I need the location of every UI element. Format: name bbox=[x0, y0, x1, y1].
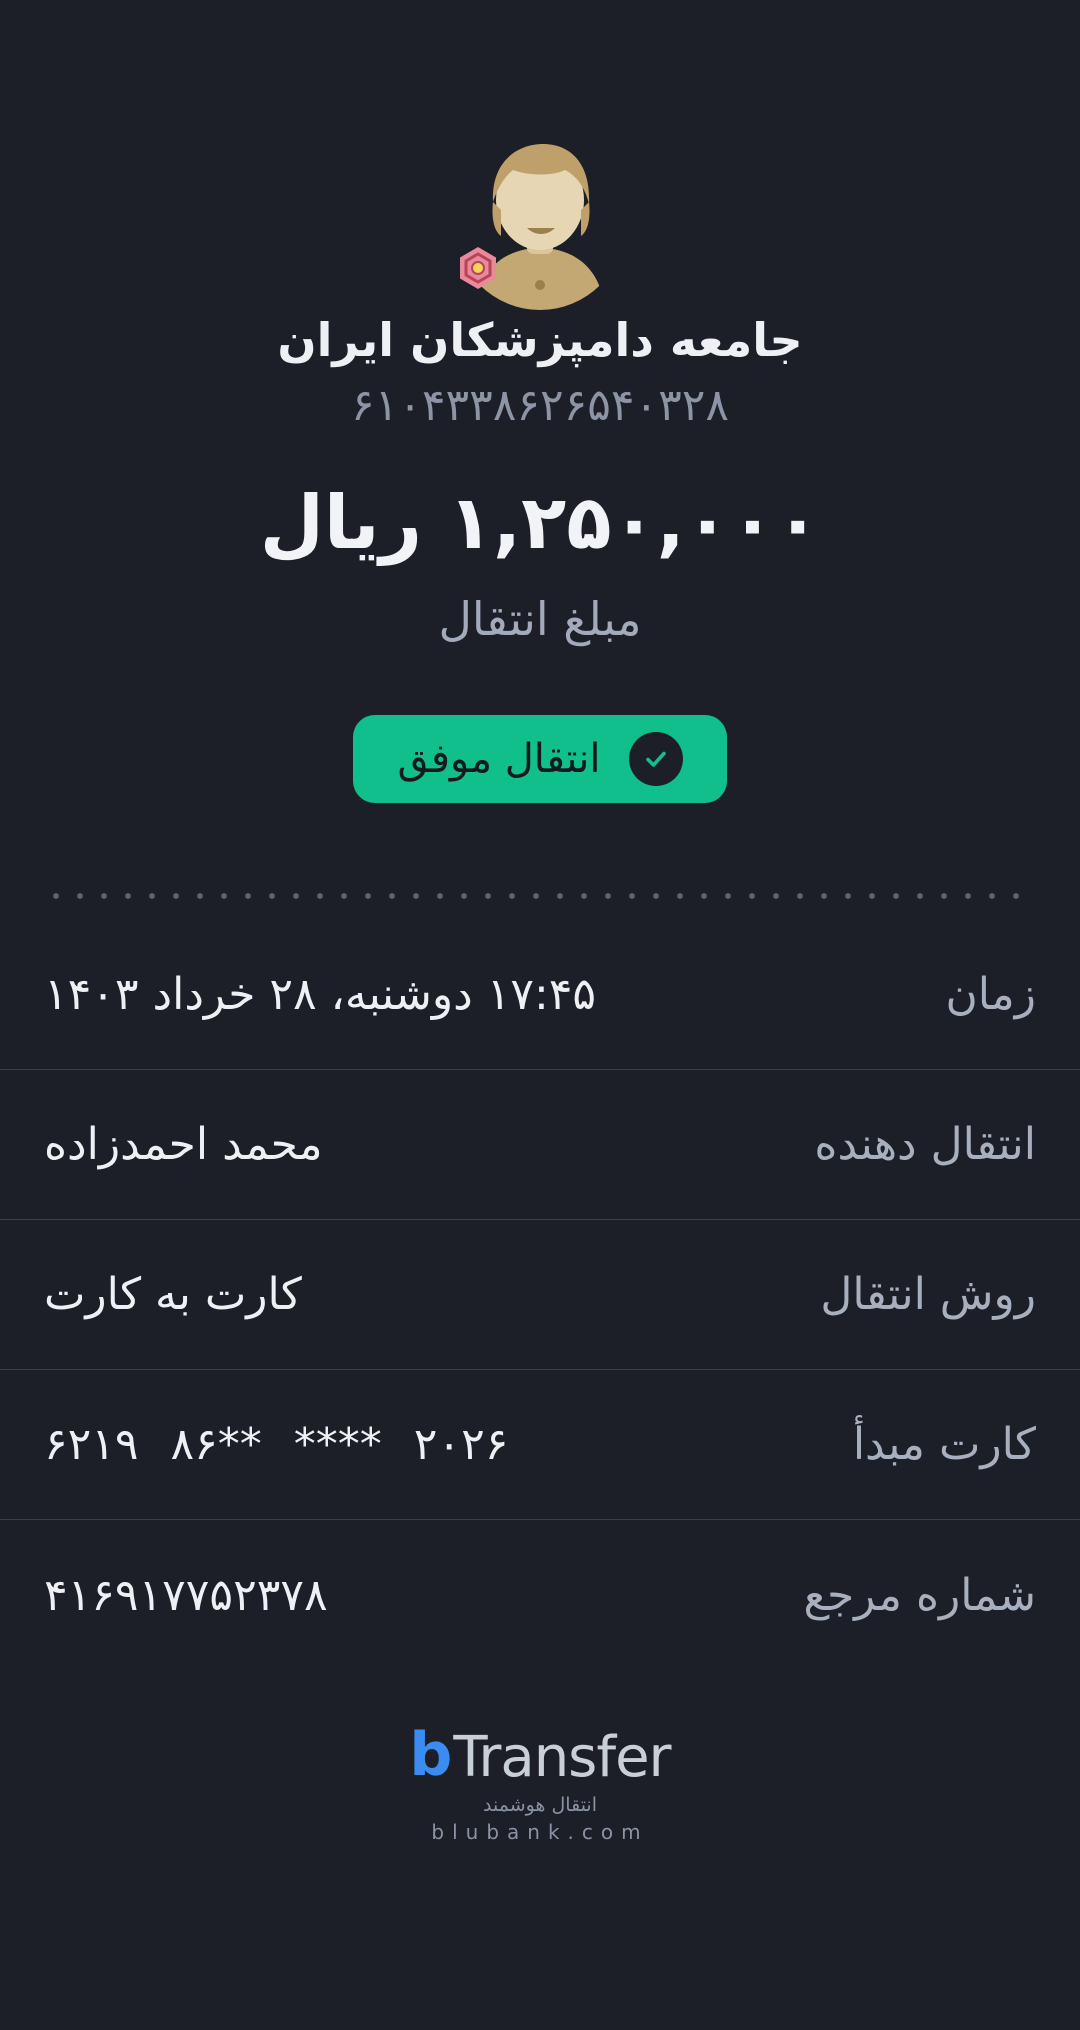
card-group: ۶۲۱۹ bbox=[44, 1419, 139, 1470]
detail-row-sender: انتقال دهنده محمد احمدزاده bbox=[0, 1070, 1080, 1220]
recipient-name: جامعه دامپزشکان ایران bbox=[277, 313, 803, 367]
transfer-amount: ۱,۲۵۰,۰۰۰ ریال bbox=[259, 480, 821, 566]
logo-b-mark: b bbox=[409, 1720, 452, 1790]
source-card-value: ۶۲۱۹ ۸۶** **** ۲۰۲۶ bbox=[44, 1419, 508, 1470]
sender-value: محمد احمدزاده bbox=[44, 1119, 323, 1170]
btransfer-logo: b Transfer انتقال هوشمند blubank.com bbox=[0, 1720, 1080, 1844]
dotted-divider bbox=[44, 893, 1036, 899]
reference-value: ۴۱۶۹۱۷۷۵۲۳۷۸ bbox=[44, 1569, 328, 1621]
method-label: روش انتقال bbox=[820, 1269, 1036, 1320]
card-group: **** bbox=[293, 1419, 382, 1470]
bank-logo-icon bbox=[455, 245, 501, 291]
time-label: زمان bbox=[945, 969, 1036, 1020]
card-group: ۲۰۲۶ bbox=[413, 1419, 509, 1470]
time-value: ۱۷:۴۵ دوشنبه، ۲۸ خرداد ۱۴۰۳ bbox=[44, 969, 597, 1020]
status-badge: انتقال موفق bbox=[353, 715, 727, 803]
status-label: انتقال موفق bbox=[397, 736, 601, 782]
recipient-card-number: ۶۱۰۴۳۳۸۶۲۶۵۴۰۳۲۸ bbox=[350, 380, 730, 431]
logo-tagline: انتقال هوشمند bbox=[483, 1794, 597, 1816]
method-value: کارت به کارت bbox=[44, 1269, 302, 1320]
logo-wordmark: b Transfer bbox=[409, 1720, 671, 1790]
logo-domain: blubank.com bbox=[431, 1820, 649, 1844]
transfer-amount-label: مبلغ انتقال bbox=[438, 592, 642, 646]
card-group: ۸۶** bbox=[170, 1419, 262, 1470]
logo-word: Transfer bbox=[453, 1725, 671, 1790]
detail-row-source-card: کارت مبدأ ۶۲۱۹ ۸۶** **** ۲۰۲۶ bbox=[0, 1370, 1080, 1520]
transfer-details: زمان ۱۷:۴۵ دوشنبه، ۲۸ خرداد ۱۴۰۳ انتقال … bbox=[0, 920, 1080, 1670]
detail-row-reference: شماره مرجع ۴۱۶۹۱۷۷۵۲۳۷۸ bbox=[0, 1520, 1080, 1670]
detail-row-time: زمان ۱۷:۴۵ دوشنبه، ۲۸ خرداد ۱۴۰۳ bbox=[0, 920, 1080, 1070]
detail-row-method: روش انتقال کارت به کارت bbox=[0, 1220, 1080, 1370]
reference-label: شماره مرجع bbox=[803, 1569, 1036, 1621]
source-card-label: کارت مبدأ bbox=[852, 1419, 1036, 1470]
sender-label: انتقال دهنده bbox=[814, 1119, 1036, 1170]
check-circle-icon bbox=[628, 732, 683, 786]
